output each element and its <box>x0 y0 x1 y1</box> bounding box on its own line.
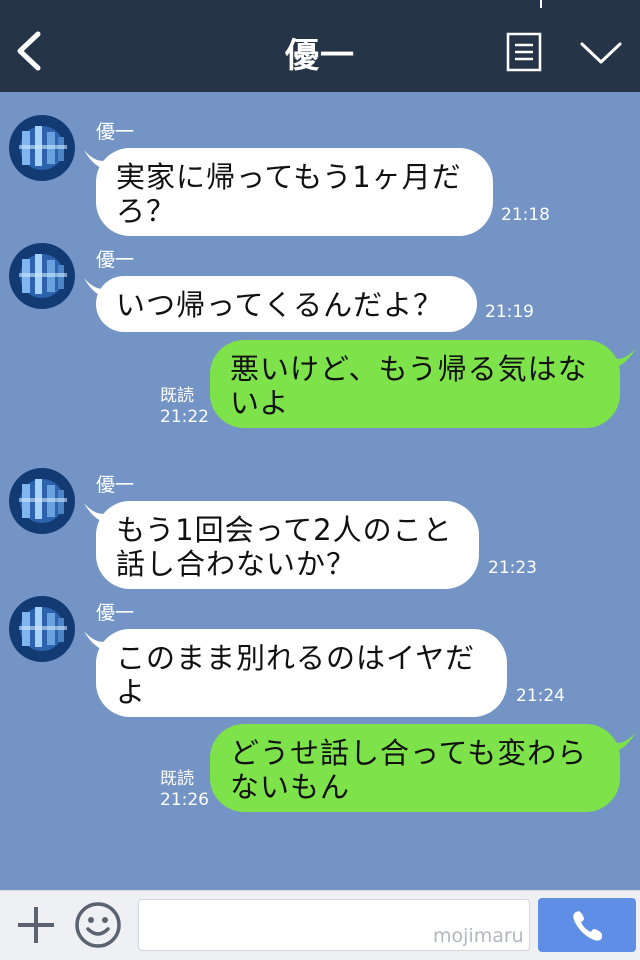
message-meta: 既読 21:26 <box>160 769 209 811</box>
message-meta: 既読 21:22 <box>160 386 209 428</box>
message-line: もう1回会って2人のこと <box>116 513 453 547</box>
document-list-icon <box>506 32 542 72</box>
menu-button[interactable] <box>506 32 542 72</box>
message-bubble-incoming[interactable]: 実家に帰ってもう1ヶ月だ ろ？ <box>96 148 493 236</box>
avatar-image <box>9 115 75 181</box>
message-line: どうせ話し合っても変わら <box>230 736 588 770</box>
message-bubble-outgoing[interactable]: 悪いけど、もう帰る気はな いよ <box>210 340 620 428</box>
chat-title: 優一 <box>285 36 355 76</box>
call-button[interactable] <box>538 898 636 952</box>
sender-name: 優一 <box>96 474 135 496</box>
phone-icon <box>573 911 602 941</box>
bubble-tail <box>612 732 636 752</box>
status-bar-fragment <box>540 0 542 8</box>
plus-icon <box>18 907 54 943</box>
input-bar: mojimaru <box>0 890 640 960</box>
message-line: このまま別れるのはイヤだ <box>116 641 476 675</box>
message-line: よ <box>116 675 147 709</box>
message-bubble-incoming[interactable]: このまま別れるのはイヤだ よ <box>96 629 507 717</box>
add-button[interactable] <box>14 903 58 947</box>
message-line: 実家に帰ってもう1ヶ月だ <box>116 160 462 194</box>
chevron-down-icon <box>580 42 622 64</box>
message-input[interactable] <box>138 899 530 951</box>
message-line: いつ帰ってくるんだよ？ <box>116 288 444 322</box>
message-line: ないもん <box>230 770 351 804</box>
avatar[interactable] <box>9 243 75 309</box>
read-receipt: 既読 <box>160 769 194 789</box>
avatar-image <box>9 596 75 662</box>
message-time: 21:19 <box>485 302 534 322</box>
message-bubble-incoming[interactable]: もう1回会って2人のこと 話し合わないか？ <box>96 501 479 589</box>
message-bubble-incoming[interactable]: いつ帰ってくるんだよ？ <box>96 276 477 332</box>
message-time: 21:23 <box>488 558 537 578</box>
message-time: 21:24 <box>516 686 565 706</box>
chat-area: 優一 実家に帰ってもう1ヶ月だ ろ？ 21:18 優一 いつ帰ってくるんだよ？ … <box>0 92 640 890</box>
message-time: 21:26 <box>160 790 209 810</box>
avatar[interactable] <box>9 115 75 181</box>
message-line: 話し合わないか？ <box>116 547 357 581</box>
avatar-image <box>9 243 75 309</box>
avatar[interactable] <box>9 596 75 662</box>
avatar-image <box>9 468 75 534</box>
sender-name: 優一 <box>96 602 135 624</box>
message-bubble-outgoing[interactable]: どうせ話し合っても変わら ないもん <box>210 724 620 812</box>
avatar[interactable] <box>9 468 75 534</box>
chat-header: 優一 <box>0 0 640 92</box>
expand-button[interactable] <box>578 36 624 68</box>
smiley-icon <box>75 902 121 948</box>
message-line: ろ？ <box>116 194 177 228</box>
sender-name: 優一 <box>96 121 135 143</box>
sender-name: 優一 <box>96 249 135 271</box>
message-line: いよ <box>230 386 290 420</box>
message-line: 悪いけど、もう帰る気はな <box>230 352 588 386</box>
message-time: 21:18 <box>501 205 550 225</box>
emoji-button[interactable] <box>74 901 122 949</box>
read-receipt: 既読 <box>160 386 194 406</box>
bubble-tail <box>612 348 636 368</box>
message-time: 21:22 <box>160 407 209 427</box>
